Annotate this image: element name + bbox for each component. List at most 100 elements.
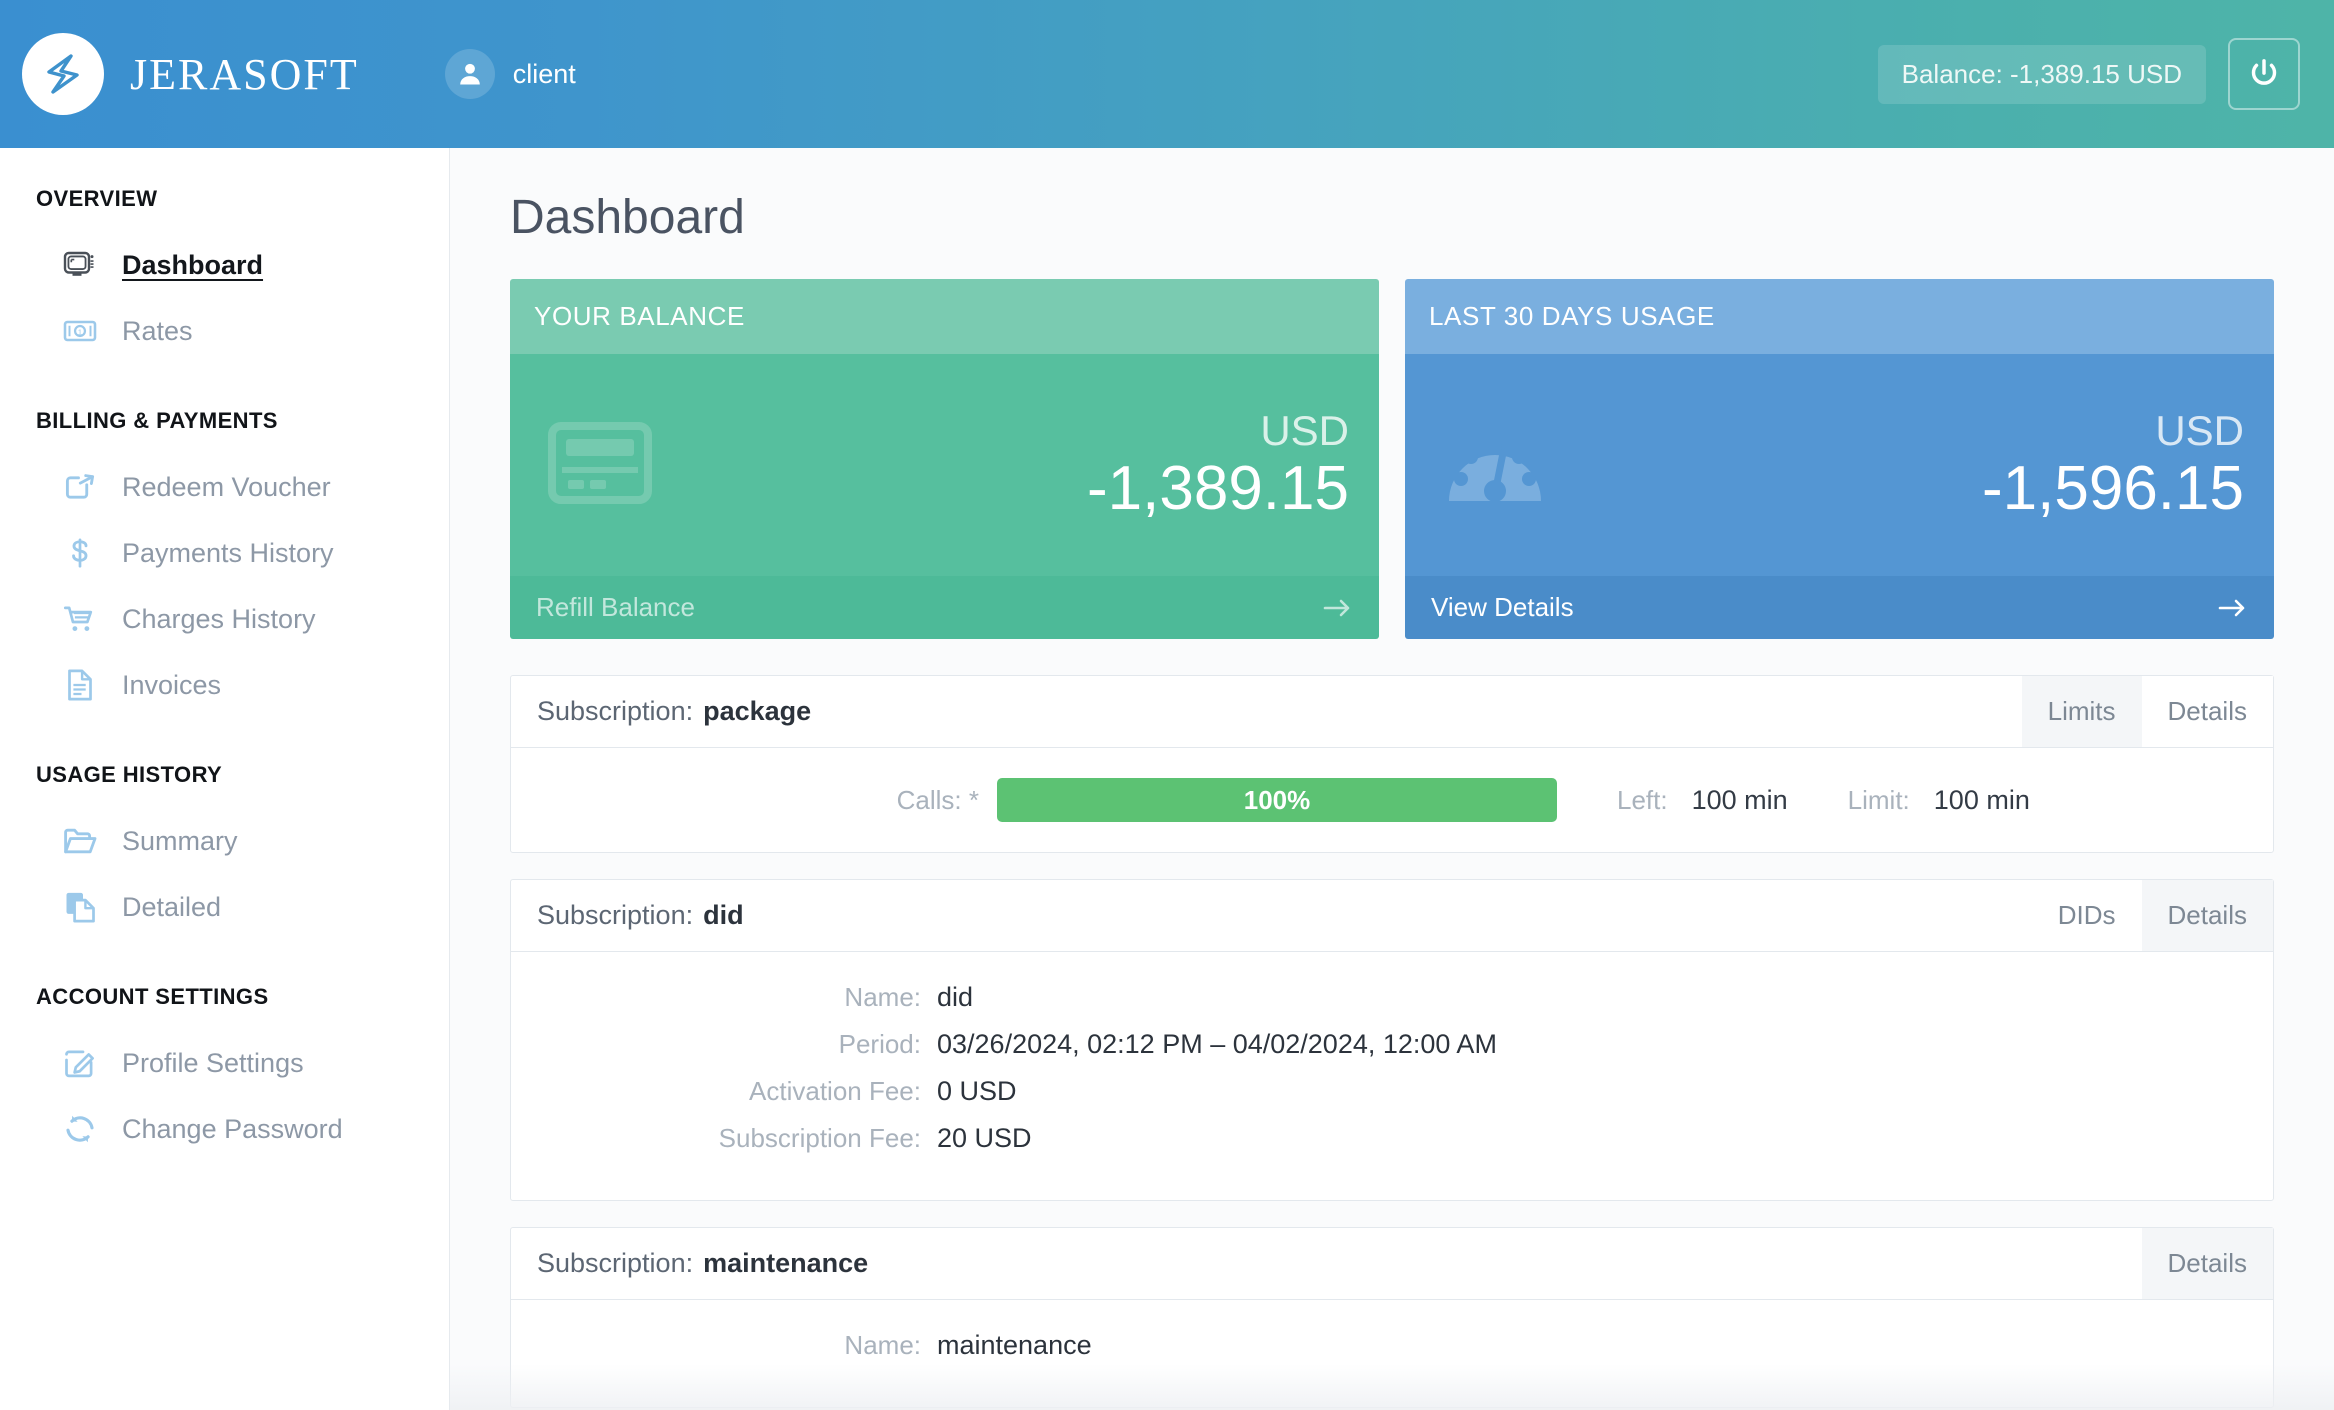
detail-value: 20 USD — [937, 1123, 1032, 1153]
gauge-icon — [1443, 421, 1547, 510]
sidebar-item-label: Payments History — [122, 537, 334, 568]
tab-details[interactable]: Details — [2141, 676, 2273, 747]
balance-card: YOUR BALANCE USD -1,389.15 Refill Balanc… — [510, 279, 1379, 639]
sidebar-navigation: OVERVIEW Dashboard 1 Rates BILLING & PAYM… — [0, 148, 450, 1410]
jerasoft-logo-icon — [22, 33, 104, 115]
sidebar-item-redeem-voucher[interactable]: Redeem Voucher — [0, 454, 449, 520]
document-lines-icon — [68, 669, 92, 701]
user-name-label: client — [512, 58, 576, 89]
limit-limit-key: Limit: — [1847, 784, 1910, 815]
credit-card-icon — [548, 421, 652, 509]
dollar-icon — [60, 533, 100, 573]
detail-row: Subscription Fee: 20 USD — [537, 1123, 2247, 1154]
dollar-icon — [72, 538, 88, 568]
balance-card-body: USD -1,389.15 — [510, 354, 1379, 576]
tab-details[interactable]: Details — [2141, 1228, 2273, 1299]
sidebar-item-rates[interactable]: 1 Rates — [0, 298, 449, 364]
copy-documents-icon — [66, 892, 95, 923]
detail-value: 0 USD — [937, 1076, 1017, 1106]
main-content: Dashboard YOUR BALANCE USD -1,389.15 Ref… — [450, 148, 2334, 1410]
subscription-panel-body: Name: maintenance — [511, 1300, 2273, 1407]
limit-left-key: Left: — [1617, 784, 1668, 815]
open-folder-icon — [60, 821, 100, 861]
sidebar-item-label: Invoices — [122, 669, 222, 700]
credit-card-glyph-icon — [548, 421, 652, 504]
tab-limits[interactable]: Limits — [2021, 676, 2142, 747]
sidebar-item-label: Charges History — [122, 603, 316, 634]
subscription-panel-body: Calls: * 100% Left: 100 min Limit: 100 min — [511, 748, 2273, 852]
gauge-glyph-icon — [1449, 439, 1541, 502]
limit-limit-pair: Limit: 100 min — [1848, 785, 2030, 816]
view-details-link[interactable]: View Details — [1405, 576, 2274, 639]
limit-left-value: 100 min — [1691, 784, 1788, 815]
logout-button[interactable] — [2228, 38, 2300, 110]
subscriptions-list: Subscription: package Limits Details Calls: … — [510, 675, 2274, 1408]
person-glyph-icon — [459, 63, 480, 85]
subscription-panel-header: Subscription: maintenance Details — [511, 1228, 2273, 1300]
open-folder-icon — [64, 828, 97, 854]
arrow-right-icon — [1323, 599, 1350, 616]
document-lines-icon — [60, 665, 100, 705]
subscription-panel-header: Subscription: package Limits Details — [511, 676, 2273, 748]
sidebar-item-payments-history[interactable]: Payments History — [0, 520, 449, 586]
limit-progress-bar: 100% — [997, 778, 1557, 822]
detail-key: Name: — [844, 1330, 921, 1360]
limit-progress-text: 100% — [1243, 784, 1311, 815]
page-title: Dashboard — [510, 191, 745, 244]
share-arrow-icon — [60, 467, 100, 507]
sidebar-item-invoices[interactable]: Invoices — [0, 652, 449, 718]
balance-card-amounts: USD -1,389.15 — [1087, 410, 1349, 520]
subscription-name: maintenance — [703, 1248, 869, 1278]
subscription-panel: Subscription: maintenance Details Name: main… — [510, 1227, 2274, 1408]
detail-key: Subscription Fee: — [718, 1123, 921, 1153]
monitor-icon — [63, 251, 94, 276]
subscription-title: Subscription: did — [511, 880, 2032, 951]
refill-balance-link[interactable]: Refill Balance — [510, 576, 1379, 639]
brand-logo-area[interactable]: JERASOFT — [22, 33, 359, 115]
subscription-title: Subscription: maintenance — [511, 1228, 2142, 1299]
sidebar-item-detailed[interactable]: Detailed — [0, 874, 449, 940]
shopping-cart-icon — [60, 599, 100, 639]
banknote-icon: 1 — [60, 311, 100, 351]
detail-row: Name: did — [537, 982, 2247, 1013]
sidebar-item-label: Rates — [122, 315, 193, 346]
subscription-panel: Subscription: package Limits Details Calls: … — [510, 675, 2274, 853]
refresh-cycle-icon — [66, 1115, 94, 1143]
header-right-group: Balance: -1,389.15 USD — [1877, 38, 2300, 110]
brand-name: JERASOFT — [130, 49, 359, 99]
top-header-bar: JERASOFT client Balance: -1,389.15 USD — [0, 0, 2334, 148]
subscription-name: package — [703, 696, 812, 726]
sidebar-item-profile-settings[interactable]: Profile Settings — [0, 1030, 449, 1096]
sidebar-item-change-password[interactable]: Change Password — [0, 1096, 449, 1162]
summary-cards: YOUR BALANCE USD -1,389.15 Refill Balanc… — [510, 279, 2274, 639]
limit-label: Calls: * — [896, 784, 979, 815]
arrow-right-icon — [2218, 599, 2245, 616]
refill-balance-label: Refill Balance — [536, 592, 695, 622]
sidebar-group-title: ACCOUNT SETTINGS — [36, 984, 269, 1009]
sidebar-item-label: Change Password — [122, 1113, 343, 1144]
balance-value: -1,389.15 — [1087, 454, 1349, 523]
balance-card-heading: YOUR BALANCE — [510, 279, 1379, 354]
tab-dids[interactable]: DIDs — [2031, 880, 2142, 951]
subscription-prefix-label: Subscription: — [537, 1248, 694, 1278]
share-arrow-icon — [65, 474, 95, 499]
view-details-label: View Details — [1431, 592, 1574, 622]
sidebar-item-summary[interactable]: Summary — [0, 808, 449, 874]
subscription-panel-header: Subscription: did DIDs Details — [511, 880, 2273, 952]
sidebar-group: OVERVIEW Dashboard 1 Rates — [0, 186, 449, 364]
sidebar-item-label: Redeem Voucher — [122, 471, 331, 502]
sidebar-group: USAGE HISTORY Summary Detailed — [0, 762, 449, 940]
sidebar-item-label: Detailed — [122, 891, 222, 922]
detail-value: 03/26/2024, 02:12 PM – 04/02/2024, 12:00… — [937, 1029, 1497, 1059]
copy-documents-icon — [60, 887, 100, 927]
sidebar-item-charges-history[interactable]: Charges History — [0, 586, 449, 652]
sidebar-group: ACCOUNT SETTINGS Profile Settings Change… — [0, 984, 449, 1162]
tab-details[interactable]: Details — [2141, 880, 2273, 951]
detail-key: Period: — [838, 1029, 921, 1059]
sidebar-item-dashboard[interactable]: Dashboard — [0, 232, 449, 298]
subscription-name: did — [703, 900, 744, 930]
user-menu[interactable]: client — [444, 49, 576, 99]
subscription-title: Subscription: package — [511, 676, 2022, 747]
usage-card-amounts: USD -1,596.15 — [1982, 410, 2244, 520]
subscription-panel: Subscription: did DIDs Details Name: did Perio… — [510, 879, 2274, 1201]
